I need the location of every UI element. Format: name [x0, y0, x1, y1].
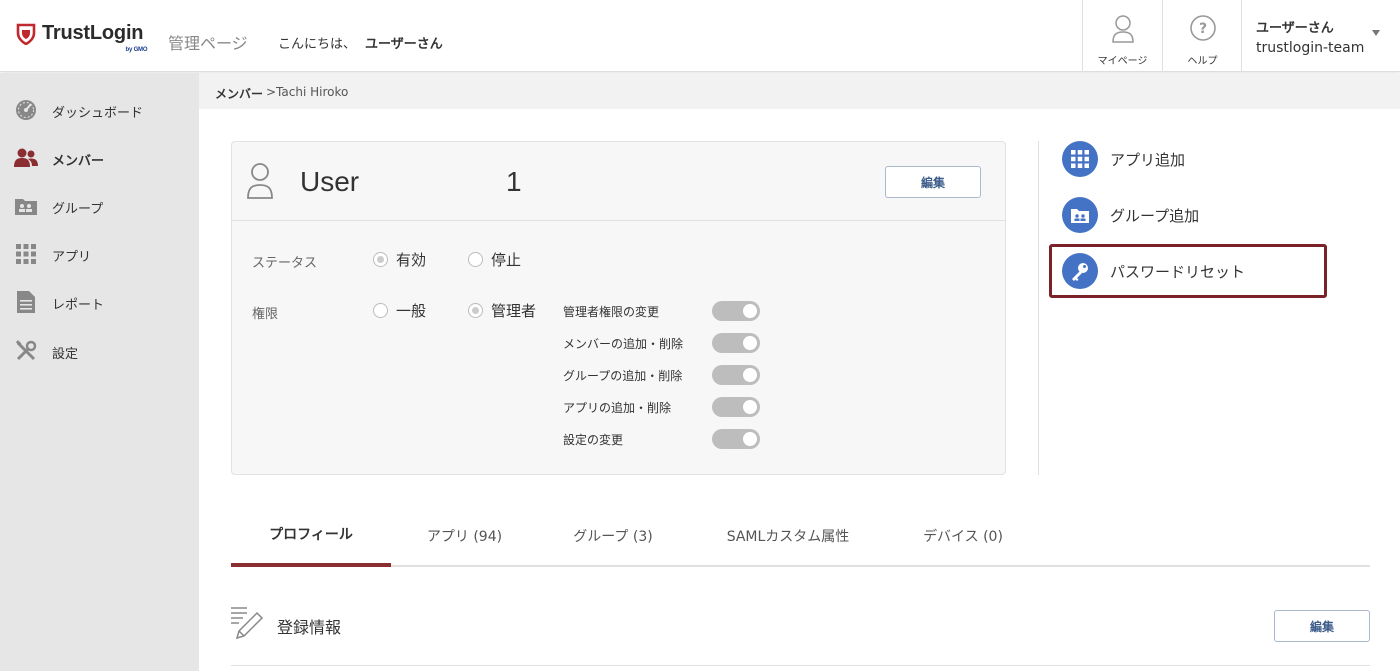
breadcrumb-parent-link[interactable]: メンバー [215, 85, 263, 102]
sidebar-item-label: メンバー [52, 154, 105, 169]
mypage-button[interactable]: マイページ [1082, 0, 1162, 72]
tab-profile[interactable]: プロフィール [231, 504, 391, 567]
tab-groups[interactable]: グループ (3) [538, 504, 688, 567]
tab-saml-attributes[interactable]: SAMLカスタム属性 [688, 504, 888, 567]
tab-devices[interactable]: デバイス (0) [888, 504, 1038, 567]
sidebar-item-dashboard[interactable]: ダッシュボード [0, 90, 199, 130]
help-button[interactable]: ? ヘルプ [1162, 0, 1242, 72]
sidebar-item-groups[interactable]: グループ [0, 186, 199, 226]
status-radio-active[interactable]: 有効 [373, 249, 426, 270]
action-label: グループ追加 [1110, 207, 1200, 225]
section-title: 登録情報 [277, 618, 342, 637]
sidebar-item-label: アプリ [52, 250, 92, 265]
status-radio-suspended[interactable]: 停止 [468, 249, 521, 270]
key-icon [1062, 253, 1098, 289]
radio-label: 停止 [491, 251, 522, 269]
breadcrumb-current: >Tachi Hiroko [266, 85, 349, 99]
shield-logo-icon [16, 23, 36, 45]
sidebar-item-apps[interactable]: アプリ [0, 234, 199, 274]
toggle-knob [743, 432, 757, 446]
logo-text: TrustLogin by GMO [42, 22, 148, 53]
svg-text:?: ? [1198, 21, 1206, 37]
user-icon [1111, 15, 1134, 43]
edit-document-icon [229, 605, 267, 647]
user-menu[interactable]: ユーザーさん trustlogin-team [1241, 0, 1400, 72]
permission-toggle[interactable] [712, 365, 760, 385]
radio-dot [468, 252, 483, 267]
breadcrumb: メンバー >Tachi Hiroko [199, 73, 1400, 109]
permission-label: 設定の変更 [563, 433, 624, 447]
toggle-knob [743, 336, 757, 350]
permission-toggle[interactable] [712, 429, 760, 449]
group-folder-icon [1062, 197, 1098, 233]
member-name: User [300, 166, 360, 197]
sidebar-item-members[interactable]: メンバー [0, 138, 199, 178]
user-name: ユーザーさん [1256, 21, 1334, 36]
greeting-name: ユーザーさん [365, 37, 443, 52]
group-icon [14, 194, 38, 218]
permission-toggle[interactable] [712, 301, 760, 321]
user-team: trustlogin-team [1256, 40, 1365, 56]
settings-tools-icon [14, 339, 38, 363]
action-label: アプリ追加 [1110, 151, 1186, 169]
radio-dot [468, 303, 483, 318]
permission-label: メンバーの追加・削除 [563, 337, 684, 351]
permission-toggle[interactable] [712, 397, 760, 417]
radio-dot [373, 252, 388, 267]
role-radio-admin[interactable]: 管理者 [468, 300, 536, 321]
radio-label: 有効 [396, 251, 427, 269]
radio-dot [373, 303, 388, 318]
edit-member-button[interactable]: 編集 [885, 166, 981, 198]
permission-label: アプリの追加・削除 [563, 401, 672, 415]
sidebar-item-reports[interactable]: レポート [0, 282, 199, 322]
members-icon [14, 146, 38, 170]
apps-grid-icon [14, 242, 38, 266]
toggle-knob [743, 400, 757, 414]
report-icon [14, 290, 38, 314]
trustlogin-logo[interactable]: TrustLogin by GMO [16, 22, 148, 53]
sidebar: ダッシュボード メンバー グループ アプリ レポート 設定 [0, 73, 199, 671]
action-label: パスワードリセット [1110, 263, 1246, 281]
top-header: TrustLogin by GMO 管理ページ こんにちは、 ユーザーさん マイペ… [0, 0, 1400, 72]
mypage-label: マイページ [1097, 56, 1148, 67]
help-label: ヘルプ [1187, 56, 1218, 67]
role-label: 権限 [252, 307, 279, 322]
permission-label: グループの追加・削除 [563, 369, 683, 383]
tab-apps[interactable]: アプリ (94) [391, 504, 538, 567]
sidebar-item-label: ダッシュボード [52, 106, 144, 121]
radio-label: 管理者 [491, 302, 537, 320]
sidebar-item-label: 設定 [52, 347, 79, 362]
logo-by: by GMO [125, 47, 148, 53]
radio-label: 一般 [396, 302, 427, 320]
member-card: User 1 編集 ステータス 有効 停止 権限 一般 管理者 管理者権限の変更… [231, 141, 1006, 475]
permission-toggle[interactable] [712, 333, 760, 353]
member-card-header: User 1 編集 [232, 142, 1005, 221]
help-icon: ? [1189, 15, 1216, 41]
vertical-divider [1038, 141, 1039, 475]
sidebar-item-settings[interactable]: 設定 [0, 331, 199, 371]
sidebar-item-label: レポート [52, 298, 105, 313]
toggle-knob [743, 368, 757, 382]
sidebar-item-label: グループ [52, 202, 104, 217]
member-number: 1 [506, 166, 522, 197]
admin-page-title: 管理ページ [168, 34, 248, 53]
permission-label: 管理者権限の変更 [563, 305, 660, 319]
section-divider [231, 665, 1370, 666]
user-icon [246, 162, 274, 204]
chevron-down-icon[interactable] [1372, 30, 1380, 36]
add-group-action[interactable]: グループ追加 [1062, 197, 1199, 233]
apps-grid-icon [1062, 141, 1098, 177]
greeting-prefix: こんにちは、 [278, 37, 357, 52]
role-radio-general[interactable]: 一般 [373, 300, 426, 321]
dashboard-icon [14, 98, 38, 122]
toggle-knob [743, 304, 757, 318]
add-app-action[interactable]: アプリ追加 [1062, 141, 1185, 177]
member-tabs: プロフィール アプリ (94) グループ (3) SAMLカスタム属性 デバイス… [231, 504, 1370, 567]
password-reset-action[interactable]: パスワードリセット [1062, 253, 1245, 289]
status-label: ステータス [252, 256, 318, 271]
edit-profile-button[interactable]: 編集 [1274, 610, 1370, 642]
